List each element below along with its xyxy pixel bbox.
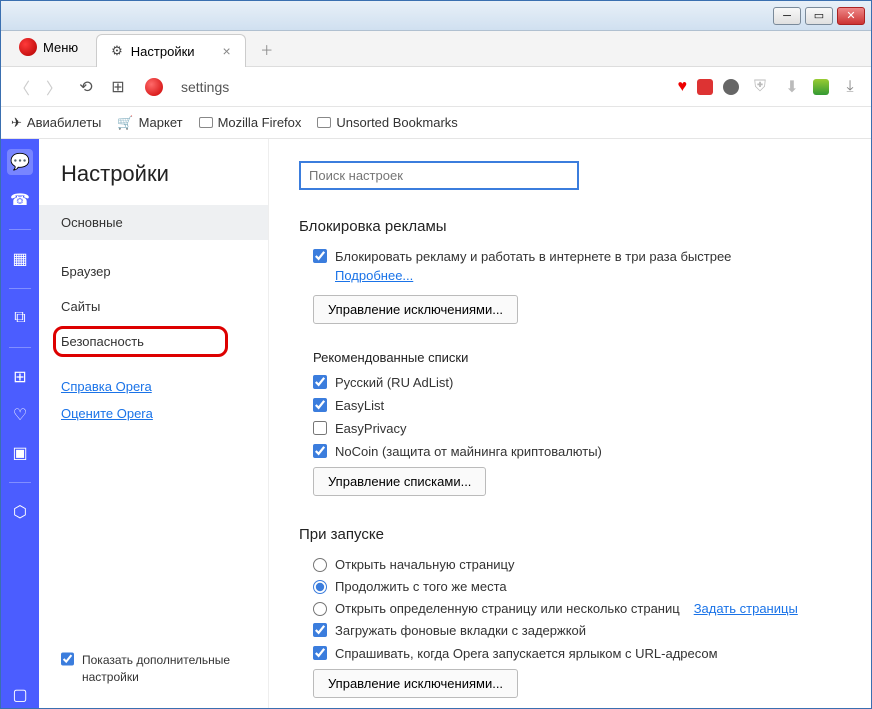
tab-strip: Меню ⚙ Настройки × ＋ bbox=[1, 31, 871, 67]
adblock-lists-title: Рекомендованные списки bbox=[313, 350, 841, 365]
sidebar-item-security[interactable]: Безопасность bbox=[39, 324, 268, 359]
tab-settings[interactable]: ⚙ Настройки × bbox=[96, 34, 246, 67]
settings-search-input[interactable] bbox=[299, 161, 579, 190]
opera-help-link[interactable]: Справка Opera bbox=[39, 373, 268, 400]
rate-opera-link[interactable]: Оцените Opera bbox=[39, 400, 268, 427]
bookmark-folder[interactable]: Mozilla Firefox bbox=[199, 115, 302, 130]
gear-icon: ⚙ bbox=[111, 43, 123, 59]
startup-section-title: При запуске bbox=[299, 526, 841, 543]
close-button[interactable]: ✕ bbox=[837, 7, 865, 25]
heart-rail-icon[interactable]: ♡ bbox=[7, 402, 33, 428]
extensions-rail-icon[interactable]: ⬡ bbox=[7, 499, 33, 525]
heart-icon[interactable]: ♥ bbox=[678, 78, 688, 96]
sidebar-toggle-icon[interactable]: ▢ bbox=[7, 682, 33, 708]
speed-dial-icon[interactable]: ⊞ bbox=[107, 76, 129, 98]
list-nocoin-checkbox[interactable] bbox=[313, 444, 327, 458]
tab-close-icon[interactable]: × bbox=[223, 43, 231, 59]
bookmark-item[interactable]: ✈Авиабилеты bbox=[11, 115, 101, 131]
speed-dial-rail-icon[interactable]: ⊞ bbox=[7, 364, 33, 390]
adblock-section-title: Блокировка рекламы bbox=[299, 218, 841, 235]
plane-icon: ✈ bbox=[11, 115, 22, 131]
adblock-enable-checkbox[interactable] bbox=[313, 249, 327, 263]
opera-badge-icon bbox=[145, 78, 163, 96]
opera-logo-icon bbox=[19, 38, 37, 56]
bg-tabs-checkbox[interactable] bbox=[313, 623, 327, 637]
startup-specific-radio[interactable] bbox=[313, 602, 327, 616]
ask-url-checkbox[interactable] bbox=[313, 646, 327, 660]
startup-continue-radio[interactable] bbox=[313, 580, 327, 594]
list-easyprivacy-checkbox[interactable] bbox=[313, 421, 327, 435]
show-advanced-label: Показать дополнительные настройки bbox=[82, 652, 246, 686]
vk-icon[interactable]: ▦ bbox=[7, 246, 33, 272]
whatsapp-icon[interactable]: ☎ bbox=[7, 187, 33, 213]
window-titlebar: ─ ▭ ✕ bbox=[1, 1, 871, 31]
bookmark-item[interactable]: 🛒Маркет bbox=[117, 115, 182, 131]
folder-icon bbox=[317, 117, 331, 128]
settings-sidebar: Настройки Основные Браузер Сайты Безопас… bbox=[39, 139, 269, 708]
cart-icon: 🛒 bbox=[117, 115, 133, 131]
page-title: Настройки bbox=[39, 161, 268, 205]
address-bar: 〈 〉 ⟲ ⊞ ♥ ⛨ ⬇ ⤓ bbox=[1, 67, 871, 107]
settings-main: Блокировка рекламы Блокировать рекламу и… bbox=[269, 139, 871, 708]
extension-icon[interactable] bbox=[697, 79, 713, 95]
menu-label: Меню bbox=[43, 40, 78, 55]
adblock-exceptions-button[interactable]: Управление исключениями... bbox=[313, 295, 518, 324]
adblock-enable-label: Блокировать рекламу и работать в интерне… bbox=[335, 249, 731, 264]
sidebar-item-browser[interactable]: Браузер bbox=[39, 254, 268, 289]
show-advanced-checkbox[interactable] bbox=[61, 652, 74, 666]
bookmarks-bar: ✈Авиабилеты 🛒Маркет Mozilla Firefox Unso… bbox=[1, 107, 871, 139]
news-icon[interactable]: ▣ bbox=[7, 440, 33, 466]
extension-icon[interactable] bbox=[723, 79, 739, 95]
forward-button[interactable]: 〉 bbox=[43, 76, 65, 98]
minimize-button[interactable]: ─ bbox=[773, 7, 801, 25]
folder-icon bbox=[199, 117, 213, 128]
shield-icon[interactable]: ⛨ bbox=[749, 76, 771, 98]
snapshot-icon[interactable]: ⧉ bbox=[7, 305, 33, 331]
address-input[interactable] bbox=[173, 75, 668, 99]
sidebar-item-basic[interactable]: Основные bbox=[39, 205, 268, 240]
reload-button[interactable]: ⟲ bbox=[75, 76, 97, 98]
extension-icon[interactable] bbox=[813, 79, 829, 95]
maximize-button[interactable]: ▭ bbox=[805, 7, 833, 25]
adblock-more-link[interactable]: Подробнее... bbox=[335, 268, 841, 283]
tab-label: Настройки bbox=[131, 44, 195, 59]
startup-openstart-radio[interactable] bbox=[313, 558, 327, 572]
set-pages-link[interactable]: Задать страницы bbox=[694, 601, 798, 616]
list-easylist-checkbox[interactable] bbox=[313, 398, 327, 412]
startup-exceptions-button[interactable]: Управление исключениями... bbox=[313, 669, 518, 698]
opera-menu-button[interactable]: Меню bbox=[7, 32, 90, 62]
sidebar-item-sites[interactable]: Сайты bbox=[39, 289, 268, 324]
back-button[interactable]: 〈 bbox=[11, 76, 33, 98]
messenger-icon[interactable]: 💬 bbox=[7, 149, 33, 175]
download-icon[interactable]: ⬇ bbox=[781, 76, 803, 98]
new-tab-button[interactable]: ＋ bbox=[254, 36, 280, 62]
list-ru-checkbox[interactable] bbox=[313, 375, 327, 389]
sidebar-rail: 💬 ☎ ▦ ⧉ ⊞ ♡ ▣ ⬡ ▢ bbox=[1, 139, 39, 708]
bookmark-folder[interactable]: Unsorted Bookmarks bbox=[317, 115, 457, 130]
downloads-icon[interactable]: ⤓ bbox=[839, 76, 861, 98]
manage-lists-button[interactable]: Управление списками... bbox=[313, 467, 486, 496]
show-advanced-row[interactable]: Показать дополнительные настройки bbox=[39, 642, 268, 696]
